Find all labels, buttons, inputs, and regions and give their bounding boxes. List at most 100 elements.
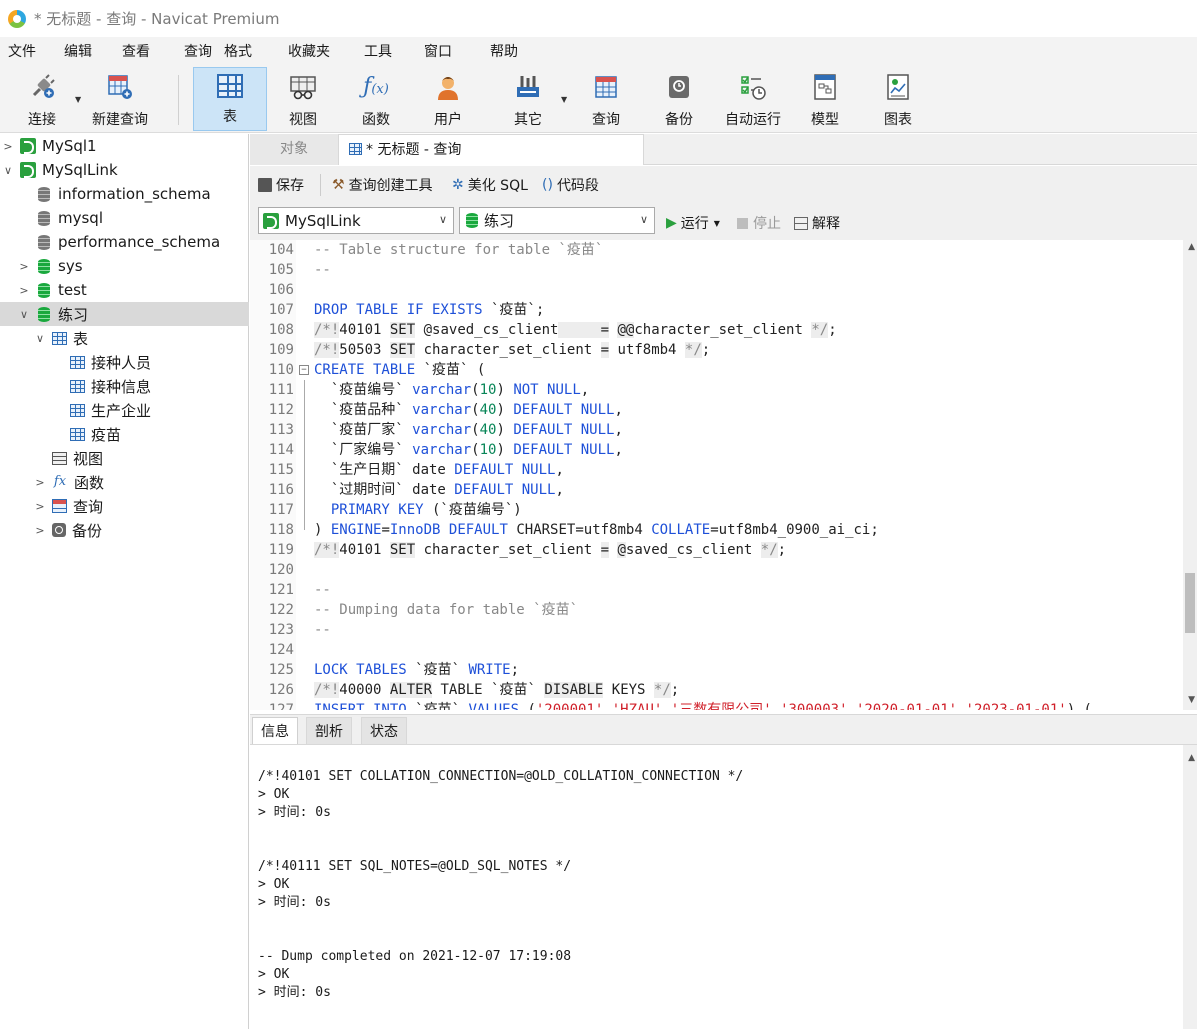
chevron-right-icon[interactable]: > [34,524,46,537]
other-dropdown-icon[interactable]: ▼ [561,95,567,104]
new-query-button[interactable]: 新建查询 [86,67,154,131]
code-snippet-button[interactable]: () 代码段 [542,175,599,195]
database-active-icon [38,282,50,298]
window-title: * 无标题 - 查询 - Navicat Premium [34,10,280,28]
database-select[interactable]: 练习 ∨ [459,207,655,234]
tab-status[interactable]: 状态 [361,717,407,745]
backup-button[interactable]: 备份 [651,67,707,131]
code-line: 119/*!40101 SET character_set_client = @… [268,542,787,558]
connection-select[interactable]: MySqlLink ∨ [258,207,454,234]
tree-item-tables[interactable]: ∨ 表 [0,326,249,350]
query-label: 查询 [592,112,620,128]
tree-item-mysql[interactable]: mysql [0,206,249,230]
tree-item-lianxi[interactable]: ∨ 练习 [0,302,249,326]
menu-edit[interactable]: 编辑 [56,37,100,67]
code-line: 111 `疫苗编号` varchar(10) NOT NULL, [268,382,590,398]
tree-item-label: 备份 [72,521,103,540]
user-button[interactable]: 用户 [420,67,476,131]
chart-button[interactable]: 图表 [870,67,926,131]
code-line: 107 DROP TABLE IF EXISTS `疫苗`; [268,302,545,318]
scroll-up-icon[interactable]: ▲ [1188,242,1195,252]
auto-run-button[interactable]: 自动运行 [718,67,788,131]
run-dropdown-icon[interactable]: ▼ [714,219,720,228]
table-button[interactable]: 表 [193,67,267,131]
tree-item-label: information_schema [58,185,211,203]
main-toolbar: 连接 ▼ 新建查询 表 视图 ƒ(x) 函数 用户 其它 ▼ 查询 备份 自动运… [0,67,1197,133]
tree-item-table-jiezhongrenyuan[interactable]: 接种人员 [0,350,249,374]
tree-item-table-jiezhongxinxi[interactable]: 接种信息 [0,374,249,398]
tree-item-functions[interactable]: > fx 函数 [0,470,249,494]
run-button[interactable]: ▶ 运行 ▼ [666,213,720,233]
menu-favorites[interactable]: 收藏夹 [280,37,338,67]
output-line: > OK [258,967,290,982]
save-label: 保存 [276,178,304,194]
magic-wand-icon: ✲ [452,177,464,193]
view-button[interactable]: 视图 [275,67,331,131]
tab-query[interactable]: * 无标题 - 查询 [338,134,644,165]
database-icon [38,210,50,226]
scroll-up-icon[interactable]: ▲ [1188,753,1195,763]
tab-info[interactable]: 信息 [252,717,298,745]
output-scrollbar[interactable]: ▲ [1183,745,1197,1029]
query-builder-button[interactable]: ⚒ 查询创建工具 [332,175,433,195]
connect-dropdown-icon[interactable]: ▼ [75,95,81,104]
chevron-down-icon[interactable]: ∨ [2,164,14,177]
menu-query[interactable]: 查询 [176,37,220,67]
function-button[interactable]: ƒ(x) 函数 [348,67,404,131]
tree-item-label: sys [58,257,83,275]
chevron-right-icon[interactable]: > [34,500,46,513]
beautify-sql-button[interactable]: ✲ 美化 SQL [452,175,528,195]
tree-item-table-yimiao[interactable]: 疫苗 [0,422,249,446]
beautify-sql-label: 美化 SQL [467,178,528,194]
model-button[interactable]: 模型 [797,67,853,131]
tree-item-views[interactable]: 视图 [0,446,249,470]
tree-item-performance-schema[interactable]: performance_schema [0,230,249,254]
menu-format[interactable]: 格式 [216,37,260,67]
message-output: /*!40101 SET COLLATION_CONNECTION=@OLD_C… [250,744,1197,1029]
chevron-right-icon[interactable]: > [18,284,30,297]
other-button[interactable]: 其它 [500,67,556,131]
sql-editor[interactable]: 104 -- Table structure for table `疫苗` 105… [250,240,1197,710]
menu-view[interactable]: 查看 [114,37,158,67]
document-tabs: 对象 * 无标题 - 查询 [250,134,1197,165]
tree-item-sys[interactable]: > sys [0,254,249,278]
view-label: 视图 [289,112,317,128]
menu-file[interactable]: 文件 [0,37,44,67]
explain-button[interactable]: 解释 [794,213,840,233]
connect-button[interactable]: 连接 [12,67,72,131]
menu-tools[interactable]: 工具 [356,37,400,67]
chevron-right-icon[interactable]: > [18,260,30,273]
function-fx-icon: ƒ(x) [363,74,389,99]
tree-item-information-schema[interactable]: information_schema [0,182,249,206]
chevron-right-icon[interactable]: > [34,476,46,489]
chevron-down-icon[interactable]: ∨ [18,308,30,321]
stop-button[interactable]: 停止 [737,213,781,233]
tree-item-label: 练习 [58,305,89,324]
navicat-logo-icon [8,9,26,28]
tree-item-mysql1[interactable]: > MySql1 [0,134,249,158]
tab-profile[interactable]: 剖析 [306,717,352,745]
save-button[interactable]: 保存 [258,175,304,195]
chevron-right-icon[interactable]: > [2,140,14,153]
tree-item-table-shengchanqiye[interactable]: 生产企业 [0,398,249,422]
query-icon [592,73,620,101]
table-icon [70,427,85,441]
chevron-down-icon[interactable]: ∨ [34,332,46,345]
query-button[interactable]: 查询 [578,67,634,131]
menu-window[interactable]: 窗口 [416,37,460,67]
fold-toggle-icon[interactable]: − [299,365,309,375]
tree-item-mysqllink[interactable]: ∨ MySqlLink [0,158,249,182]
scroll-down-icon[interactable]: ▼ [1188,695,1195,705]
editor-scrollbar[interactable]: ▲ ▼ [1183,240,1197,710]
tree-item-backups[interactable]: > 备份 [0,518,249,542]
editor-scrollbar-thumb[interactable] [1185,573,1195,633]
tab-objects[interactable]: 对象 [250,134,338,165]
backup-label: 备份 [665,112,693,128]
stop-icon [737,217,748,229]
tree-item-queries[interactable]: > 查询 [0,494,249,518]
tree-item-test[interactable]: > test [0,278,249,302]
menu-help[interactable]: 帮助 [482,37,526,67]
output-line: > 时间: 0s [258,985,331,1000]
code-line: 105 -- [268,262,331,278]
output-line: -- Dump completed on 2021-12-07 17:19:08 [258,949,572,964]
